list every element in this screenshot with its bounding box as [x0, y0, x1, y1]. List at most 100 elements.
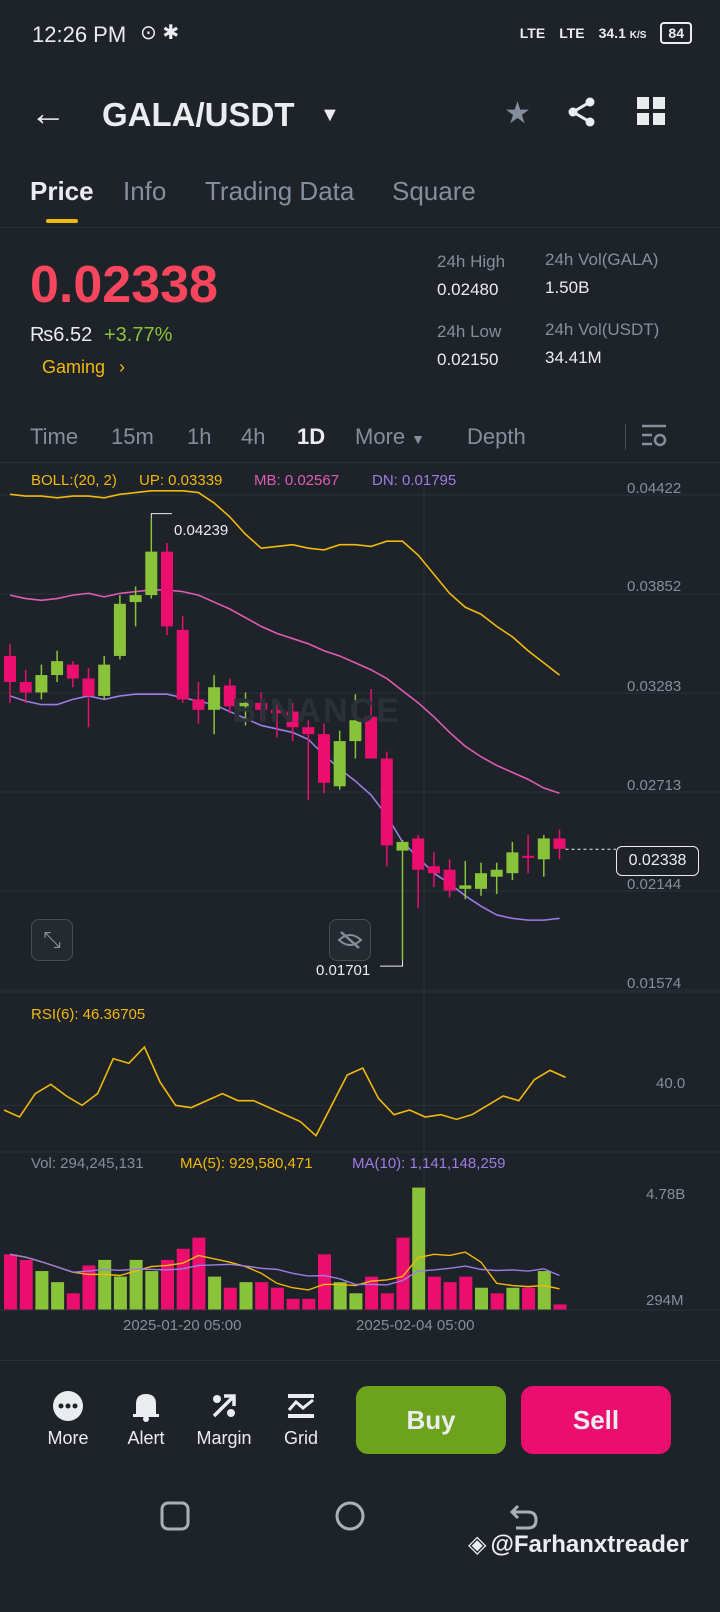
- grid-icon[interactable]: [636, 96, 666, 134]
- volume-bar: [51, 1282, 65, 1310]
- volume-bar: [239, 1282, 253, 1310]
- category-link[interactable]: Gaming ›: [42, 357, 125, 378]
- candle-body: [318, 734, 330, 783]
- tf-1d[interactable]: 1D: [297, 424, 325, 450]
- ma5-label: MA(5): 929,580,471: [180, 1155, 313, 1172]
- volume-bar: [98, 1259, 112, 1310]
- volume-bar: [459, 1276, 473, 1310]
- more-button[interactable]: More: [33, 1390, 103, 1449]
- hide-eye-icon[interactable]: [329, 919, 371, 961]
- low-marker-line: [380, 960, 403, 967]
- tab-active-indicator: [46, 219, 78, 223]
- candle-body: [66, 664, 79, 679]
- volume-bar: [66, 1293, 80, 1310]
- candle-body: [19, 682, 32, 693]
- battery-indicator: 84: [660, 22, 692, 44]
- home-icon[interactable]: [334, 1500, 366, 1540]
- candle-body: [475, 873, 487, 889]
- volume-bar: [192, 1237, 206, 1310]
- candle-body: [51, 661, 64, 676]
- vol-gala-value: 1.50B: [545, 278, 590, 297]
- tf-1h[interactable]: 1h: [187, 424, 211, 450]
- volume-bar: [4, 1254, 17, 1310]
- sell-button[interactable]: Sell: [521, 1386, 671, 1454]
- low-label: 24h Low: [437, 322, 502, 341]
- chart-watermark: BINANCE: [232, 692, 401, 730]
- volume-bar: [255, 1282, 269, 1310]
- price-tick: 0.01574: [627, 975, 682, 992]
- network-indicator-2: LTE: [559, 25, 585, 41]
- share-icon[interactable]: [566, 96, 598, 136]
- rsi-label: RSI(6): 46.36705: [31, 1006, 146, 1023]
- volume-bar: [35, 1271, 49, 1310]
- high-marker-line: [150, 513, 172, 519]
- candle-body: [113, 603, 126, 656]
- price-change: +3.77%: [104, 324, 173, 346]
- volume-bar: [333, 1282, 347, 1310]
- candle-body: [537, 838, 550, 860]
- candle-body: [506, 852, 519, 874]
- tf-15m[interactable]: 15m: [111, 424, 154, 450]
- chevron-down-icon[interactable]: ▼: [320, 104, 340, 127]
- volume-bar: [302, 1298, 316, 1310]
- expand-icon[interactable]: ⤡: [31, 919, 73, 961]
- margin-button[interactable]: Margin: [189, 1390, 259, 1449]
- candle-body: [427, 866, 440, 874]
- volume-bar: [443, 1282, 457, 1310]
- price-tick: 0.03283: [627, 678, 682, 695]
- x-tick: 2025-02-04 05:00: [356, 1317, 475, 1334]
- candle-body: [490, 869, 503, 877]
- price-tick: 0.02713: [627, 777, 682, 794]
- tf-4h[interactable]: 4h: [241, 424, 265, 450]
- volume-bar: [223, 1287, 237, 1310]
- buy-button[interactable]: Buy: [356, 1386, 506, 1454]
- volume-bar: [380, 1293, 394, 1310]
- volume-bar: [475, 1287, 488, 1310]
- tf-more[interactable]: More ▼: [355, 424, 425, 450]
- tab-info[interactable]: Info: [123, 176, 166, 207]
- low-value: 0.02150: [437, 350, 499, 369]
- candle-body: [459, 885, 472, 889]
- candle-body: [380, 758, 393, 846]
- recents-icon[interactable]: [159, 1500, 191, 1540]
- pair-title[interactable]: GALA/USDT: [102, 96, 295, 134]
- tab-price[interactable]: Price: [30, 176, 94, 207]
- candle-body: [192, 699, 205, 710]
- high-value: 0.02480: [437, 280, 499, 299]
- candlestick-chart[interactable]: [0, 462, 720, 1342]
- tab-square[interactable]: Square: [392, 176, 476, 207]
- volume-bar: [553, 1304, 567, 1310]
- back-arrow-icon[interactable]: ←: [30, 92, 66, 134]
- vol-tick-bottom: 294M: [646, 1292, 684, 1309]
- candle-body: [553, 838, 566, 849]
- star-icon[interactable]: ★: [504, 96, 531, 131]
- vol-usdt-label: 24h Vol(USDT): [545, 320, 660, 339]
- volume-bar: [19, 1259, 33, 1310]
- tab-trading-data[interactable]: Trading Data: [205, 176, 354, 207]
- volume-bar: [318, 1254, 331, 1310]
- vol-tick-top: 4.78B: [646, 1186, 686, 1203]
- candle-body: [443, 869, 456, 891]
- volume-bar: [427, 1276, 441, 1310]
- volume-bar: [82, 1265, 96, 1310]
- volume-bar: [522, 1287, 536, 1310]
- candle-body: [176, 629, 189, 700]
- tf-depth[interactable]: Depth: [467, 424, 526, 450]
- price-tick: 0.03852: [627, 578, 682, 595]
- grid-trading-button[interactable]: Grid: [266, 1390, 336, 1449]
- candle-body: [412, 838, 425, 870]
- price-tick: 0.04422: [627, 480, 682, 497]
- volume-bar: [208, 1276, 222, 1310]
- tab-bar: [0, 170, 720, 228]
- volume-bar: [506, 1287, 520, 1310]
- net-speed: 34.1 K/S: [598, 25, 647, 41]
- volume-bar: [286, 1298, 300, 1310]
- chevron-right-icon: ›: [119, 357, 126, 377]
- chart-settings-icon[interactable]: [640, 422, 668, 453]
- volume-bar: [129, 1259, 143, 1310]
- alert-button[interactable]: Alert: [111, 1390, 181, 1449]
- tf-time[interactable]: Time: [30, 424, 78, 450]
- margin-percent-icon: [189, 1390, 259, 1428]
- boll-label: BOLL:(20, 2): [31, 472, 117, 489]
- last-price: 0.02338: [30, 256, 218, 314]
